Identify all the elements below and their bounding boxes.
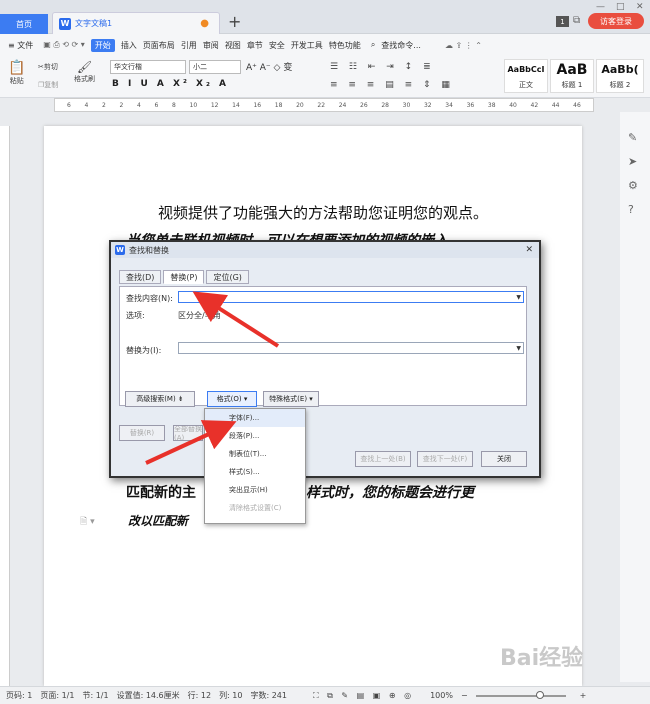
zoom-level[interactable]: 100% — [430, 691, 453, 700]
zoom-in-icon[interactable]: + — [580, 691, 587, 700]
annotation-arrows — [145, 291, 280, 465]
view-mode-icons[interactable]: ⛶ ⧉ ✎ ▤ ▣ ⊕ ◎ — [313, 691, 414, 701]
status-words[interactable]: 字数: 241 — [250, 690, 287, 701]
arrow-to-font-item — [145, 420, 237, 465]
status-col: 列: 10 — [219, 691, 243, 700]
baidu-watermark: Bai经验 — [500, 646, 584, 671]
status-row: 行: 12 — [187, 691, 212, 700]
arrow-to-find-input — [192, 291, 280, 348]
zoom-out-icon[interactable]: − — [461, 691, 468, 700]
zoom-slider[interactable] — [475, 690, 566, 699]
status-setting: 设置值: 14.6厘米 — [116, 691, 180, 700]
zoom-thumb[interactable] — [535, 690, 544, 699]
status-pages: 页面: 1/1 — [40, 691, 75, 700]
status-bar: 页码: 1 页面: 1/1 节: 1/1 设置值: 14.6厘米 行: 12 列… — [0, 686, 650, 704]
status-page[interactable]: 页码: 1 — [6, 690, 32, 701]
status-section: 节: 1/1 — [82, 691, 109, 700]
